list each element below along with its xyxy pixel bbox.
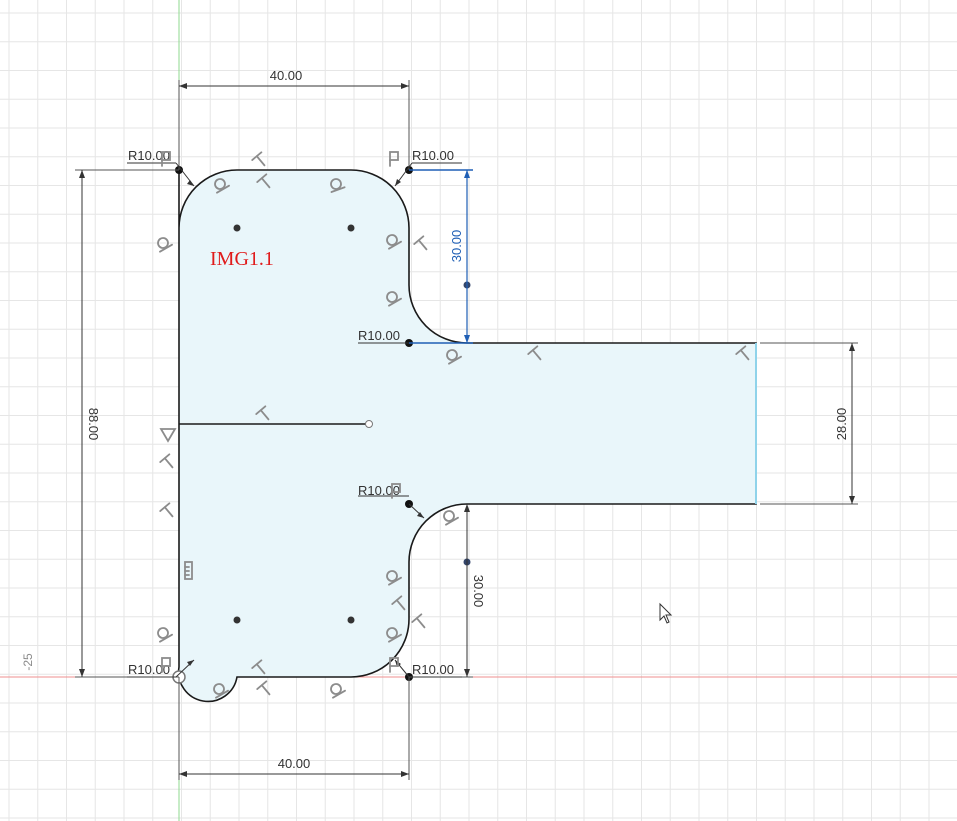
perpendicular-constraint-icon	[256, 680, 271, 696]
perpendicular-constraint-icon	[159, 502, 174, 518]
tangent-constraint-icon	[330, 683, 346, 699]
sketch-label: IMG1.1	[210, 248, 274, 270]
perpendicular-constraint-icon	[251, 151, 266, 167]
dimension-text[interactable]: 30.00	[449, 230, 464, 263]
perpendicular-constraint-icon	[413, 235, 428, 251]
dimension-overall-height[interactable]: 88.00	[75, 169, 179, 678]
dimension-text[interactable]: 40.00	[278, 756, 311, 771]
dimension-text[interactable]: 30.00	[471, 575, 486, 608]
arrow-cursor-icon	[659, 602, 673, 624]
sketch-canvas[interactable]: -25 40.00 40.00 88.00 30.00 30.00 28.00 …	[0, 0, 957, 821]
dimension-lower-step[interactable]: 30.00	[409, 504, 486, 678]
radius-dimension-top-right[interactable]: R10.00	[394, 148, 462, 187]
radius-text[interactable]: R10.00	[358, 483, 400, 498]
tangent-constraint-icon	[157, 627, 173, 643]
radius-text[interactable]: R10.00	[412, 662, 454, 677]
dimension-text[interactable]: 40.00	[270, 68, 303, 83]
line-endpoint[interactable]	[365, 420, 373, 428]
dimension-top-width[interactable]: 40.00	[178, 68, 410, 170]
radius-dimension-top-left[interactable]: R10.00	[127, 148, 195, 187]
dimension-text[interactable]: 28.00	[834, 408, 849, 441]
perpendicular-constraint-icon	[159, 453, 174, 469]
tangent-constraint-icon	[443, 510, 459, 526]
midpoint-constraint-icon	[159, 428, 177, 443]
radius-text[interactable]: R10.00	[358, 328, 400, 343]
dimension-tab-height[interactable]: 28.00	[760, 342, 858, 505]
radius-text[interactable]: R10.00	[412, 148, 454, 163]
radius-text[interactable]: R10.00	[128, 662, 170, 677]
axis-marker-label: -25	[21, 653, 35, 671]
dimension-text[interactable]: 88.00	[86, 408, 101, 441]
fix-constraint-icon	[389, 151, 399, 167]
